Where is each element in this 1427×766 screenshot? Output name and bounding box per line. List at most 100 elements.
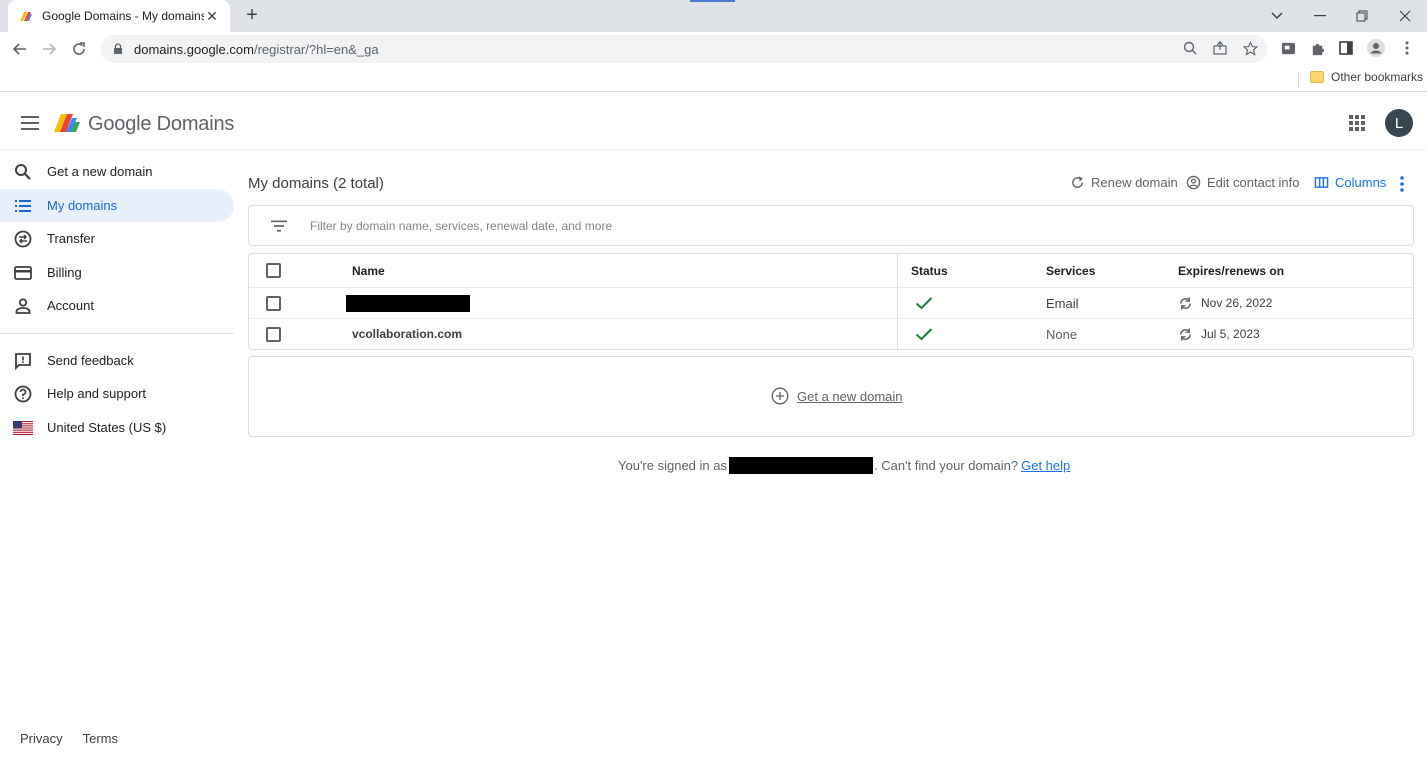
browser-tab[interactable]: Google Domains - My domains ✕ <box>8 0 230 32</box>
terms-link[interactable]: Terms <box>83 731 118 746</box>
sidebar-item-account[interactable]: Account <box>0 289 240 323</box>
zoom-icon[interactable] <box>1181 39 1199 57</box>
renew-domain-label: Renew domain <box>1091 175 1178 190</box>
tab-drag-indicator <box>690 0 735 2</box>
contact-icon <box>1186 175 1201 190</box>
sidebar-item-my-domains[interactable]: My domains <box>0 188 234 222</box>
app-header: Google Domains L <box>0 96 1427 150</box>
help-icon <box>14 385 32 403</box>
expires-cell: Nov 26, 2022 <box>1178 288 1272 318</box>
expires-date: Nov 26, 2022 <box>1201 296 1273 310</box>
filter-input[interactable] <box>310 218 1110 233</box>
select-all-checkbox[interactable] <box>266 263 281 278</box>
signed-in-prefix: You're signed in as <box>618 458 727 473</box>
minimize-icon[interactable] <box>1300 0 1340 32</box>
table-row[interactable]: Email Nov 26, 2022 <box>249 287 1413 318</box>
us-flag-icon <box>13 420 33 435</box>
extension-manager-icon[interactable] <box>1279 39 1297 57</box>
signed-in-message: You're signed in as . Can't find your do… <box>618 457 1070 474</box>
side-panel-icon[interactable] <box>1337 39 1355 57</box>
columns-icon <box>1314 177 1329 188</box>
product-name[interactable]: Google Domains <box>88 113 234 136</box>
get-new-domain-link[interactable]: Get a new domain <box>771 387 903 405</box>
new-tab-button[interactable]: + <box>240 4 264 28</box>
privacy-link[interactable]: Privacy <box>20 731 63 746</box>
filter-icon[interactable] <box>270 217 288 235</box>
sidebar-item-get-new-domain[interactable]: Get a new domain <box>0 155 240 189</box>
share-icon[interactable] <box>1211 39 1229 57</box>
auto-renew-icon <box>1180 327 1191 341</box>
table-header-row: Name Status Services Expires/renews on <box>249 254 1413 287</box>
renew-domain-button[interactable]: Renew domain <box>1070 175 1178 190</box>
bookmarks-bar: Other bookmarks <box>0 66 1427 92</box>
lock-icon <box>114 43 122 54</box>
sidebar: Get a new domain My domains Transfer Bil… <box>0 155 240 444</box>
column-header-expires[interactable]: Expires/renews on <box>1178 254 1284 287</box>
google-apps-icon[interactable] <box>1348 114 1366 132</box>
other-bookmarks-label: Other bookmarks <box>1331 70 1424 84</box>
services-cell: None <box>1046 326 1078 342</box>
hamburger-menu-icon[interactable] <box>18 113 42 133</box>
other-bookmarks-button[interactable]: Other bookmarks <box>1310 70 1423 84</box>
sidebar-item-billing[interactable]: Billing <box>0 256 240 290</box>
edit-contact-label: Edit contact info <box>1207 175 1300 190</box>
transfer-icon <box>14 230 32 248</box>
reload-icon[interactable] <box>67 37 91 61</box>
edit-contact-info-button[interactable]: Edit contact info <box>1186 175 1300 190</box>
bookmarks-separator <box>1298 72 1299 88</box>
sidebar-item-help[interactable]: Help and support <box>0 377 240 411</box>
row-checkbox[interactable] <box>266 326 281 342</box>
column-header-name[interactable]: Name <box>352 254 385 287</box>
table-row[interactable]: vcollaboration.com None Jul 5, 2023 <box>249 318 1413 349</box>
tab-search-icon[interactable] <box>1257 0 1297 32</box>
google-domains-favicon-icon <box>20 12 32 21</box>
account-avatar[interactable]: L <box>1385 109 1413 137</box>
sidebar-item-send-feedback[interactable]: Send feedback <box>0 344 240 378</box>
close-window-icon[interactable] <box>1385 0 1425 32</box>
filter-bar[interactable] <box>248 205 1414 246</box>
list-icon <box>15 199 31 212</box>
renew-icon <box>1072 176 1083 188</box>
feedback-icon <box>15 352 31 370</box>
extensions-puzzle-icon[interactable] <box>1308 39 1326 57</box>
search-icon <box>15 164 31 180</box>
sidebar-item-label: Send feedback <box>47 352 134 368</box>
tab-title: Google Domains - My domains <box>42 9 204 23</box>
forward-icon[interactable] <box>37 37 61 61</box>
auto-renew-icon <box>1180 296 1191 310</box>
profile-icon[interactable] <box>1367 39 1385 57</box>
columns-label: Columns <box>1335 175 1387 190</box>
redacted-domain-name[interactable] <box>346 294 470 312</box>
sidebar-item-label: Help and support <box>47 386 147 402</box>
sidebar-item-region[interactable]: United States (US $) <box>0 411 240 445</box>
add-circle-icon <box>771 387 789 405</box>
redacted-email <box>728 457 873 474</box>
url-host: domains.google.com <box>134 41 254 57</box>
status-active-check-icon <box>915 328 933 341</box>
columns-button[interactable]: Columns <box>1314 175 1386 190</box>
services-cell: Email <box>1046 295 1079 311</box>
url-path: /registrar/?hl=en&_ga <box>253 41 379 57</box>
folder-icon <box>1310 71 1324 83</box>
sidebar-divider <box>0 332 234 334</box>
sidebar-item-label: Billing <box>47 264 82 280</box>
domains-table: Name Status Services Expires/renews on E… <box>248 253 1414 350</box>
back-icon[interactable] <box>8 37 32 61</box>
column-header-status[interactable]: Status <box>911 254 948 287</box>
restore-icon[interactable] <box>1342 0 1382 32</box>
address-bar[interactable]: domains.google.com/registrar/?hl=en&_ga <box>100 35 1268 63</box>
get-help-link[interactable]: Get help <box>1021 458 1070 473</box>
browser-menu-icon[interactable] <box>1398 39 1416 57</box>
column-header-services[interactable]: Services <box>1046 254 1095 287</box>
get-new-domain-label: Get a new domain <box>797 388 903 404</box>
row-checkbox[interactable] <box>266 295 281 311</box>
sidebar-item-transfer[interactable]: Transfer <box>0 222 240 256</box>
tab-close-icon[interactable]: ✕ <box>204 8 220 25</box>
bookmark-star-icon[interactable] <box>1241 39 1259 57</box>
sidebar-item-label: My domains <box>47 197 118 213</box>
sidebar-item-label: Transfer <box>47 231 95 247</box>
sidebar-item-label: Account <box>47 298 94 314</box>
person-icon <box>15 298 31 314</box>
more-options-icon[interactable] <box>1394 175 1410 193</box>
domain-name-link[interactable]: vcollaboration.com <box>352 319 462 349</box>
